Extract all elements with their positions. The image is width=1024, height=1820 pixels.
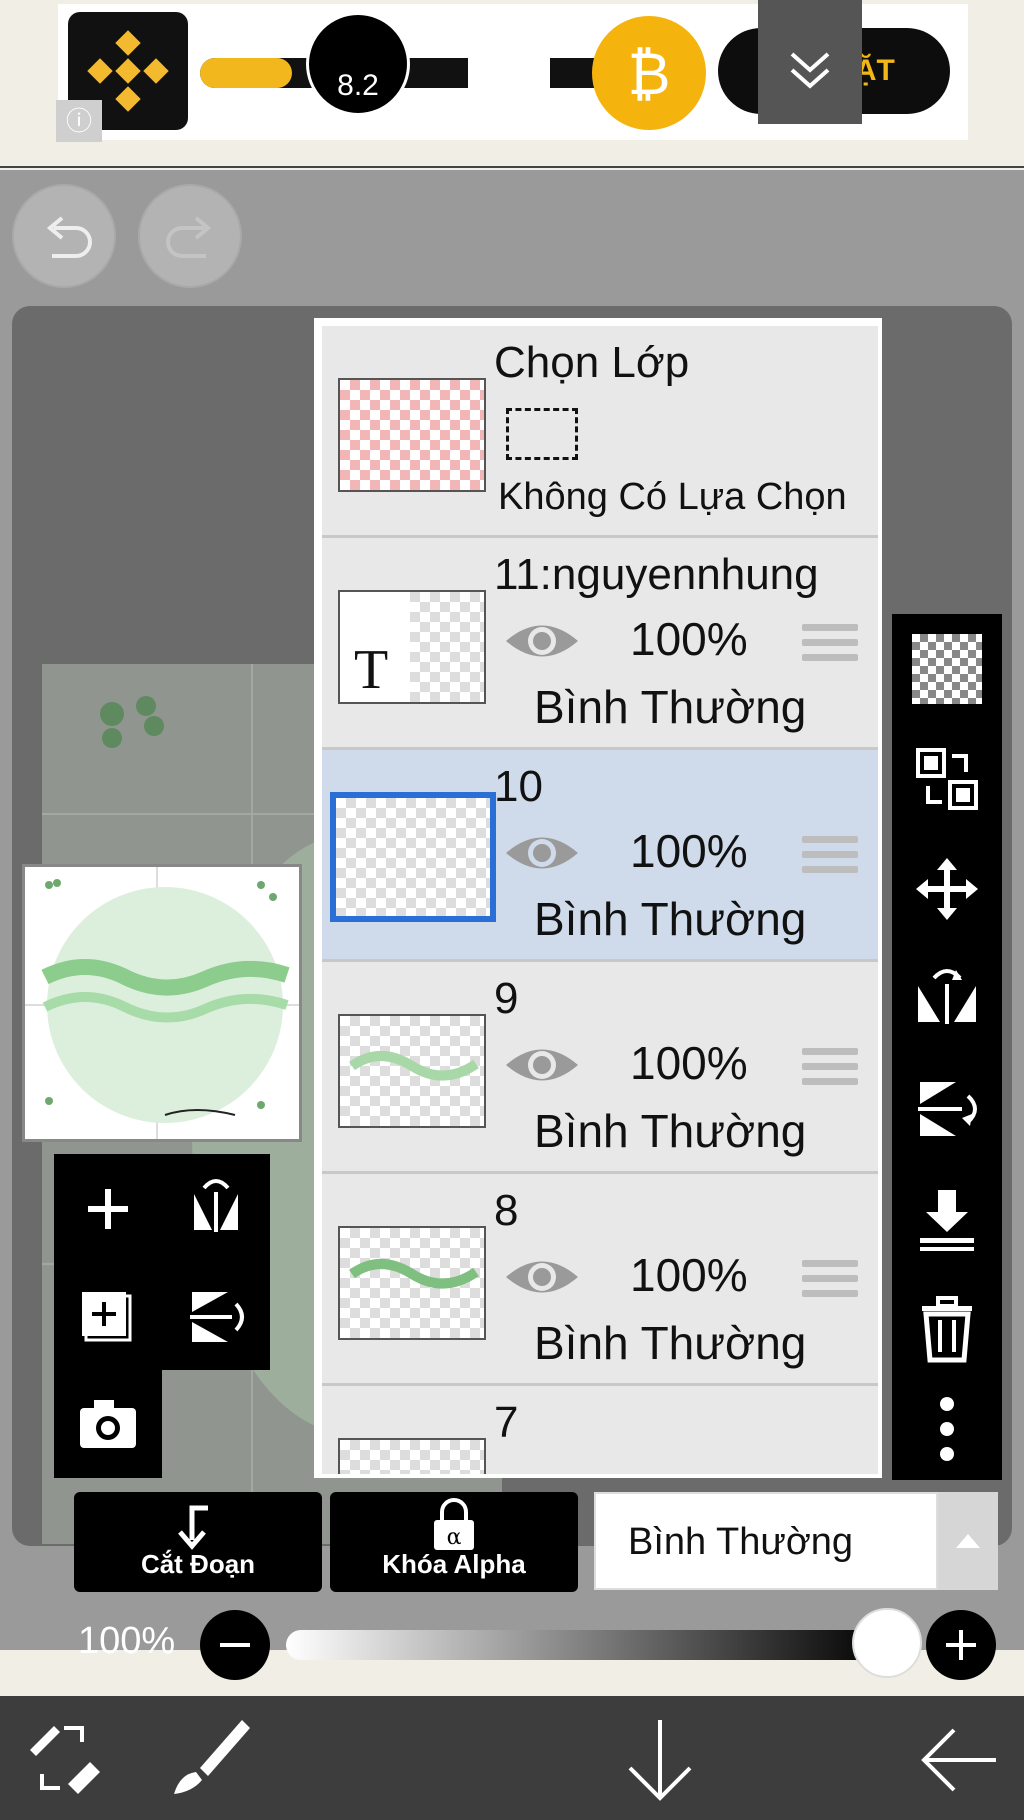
flip-layer-vertical-button[interactable]	[162, 1262, 270, 1370]
opacity-slider-track[interactable]	[286, 1630, 886, 1660]
opacity-slider-knob[interactable]	[852, 1608, 922, 1678]
undo-icon	[46, 216, 92, 258]
more-options-icon[interactable]	[912, 1394, 982, 1464]
layer-row[interactable]: 8 100% Bình Thường	[322, 1174, 878, 1386]
bitcoin-icon: ₿	[592, 16, 706, 130]
layer-opacity: 100%	[630, 1249, 748, 1301]
layer-blend-mode: Bình Thường	[534, 681, 807, 733]
flip-horizontal-icon[interactable]	[912, 964, 982, 1034]
brush-size-button[interactable]: 8.2	[306, 12, 410, 116]
layer-name: 9	[494, 974, 519, 1023]
blend-mode-select[interactable]: Bình Thường	[594, 1492, 938, 1590]
layer-row[interactable]: T 11:nguyennhung 100% Bình Thường	[322, 538, 878, 750]
opacity-decrease-button[interactable]	[200, 1610, 270, 1680]
layer-name: 7	[494, 1398, 519, 1447]
layer-row-selected[interactable]: 10 100% Bình Thường	[322, 750, 878, 962]
plus-icon	[88, 1189, 128, 1229]
alpha-lock-button[interactable]: α Khóa Alpha	[330, 1492, 578, 1592]
layer-tools-toolbar	[892, 614, 1002, 1480]
duplicate-layer-button[interactable]	[54, 1262, 162, 1370]
selection-thumbnail	[338, 378, 486, 492]
caret-up-icon	[956, 1534, 980, 1548]
ad-progress-fill	[200, 58, 292, 88]
color-swatch-button[interactable]	[468, 24, 550, 106]
brush-icon[interactable]	[160, 1710, 256, 1806]
layer-thumbnail	[338, 1014, 486, 1128]
undo-button[interactable]	[12, 184, 116, 288]
drag-handle-icon[interactable]	[802, 1048, 858, 1092]
flip-horizontal-icon	[194, 1179, 238, 1232]
alpha-lock-label: Khóa Alpha	[382, 1549, 526, 1579]
flip-vertical-icon[interactable]	[912, 1074, 982, 1144]
drag-handle-icon[interactable]	[802, 836, 858, 880]
visibility-eye-icon[interactable]	[502, 1040, 582, 1090]
canvas-preview[interactable]	[22, 864, 302, 1142]
layer-name: 10	[494, 762, 543, 811]
arrow-down-icon[interactable]	[622, 1712, 698, 1808]
layer-panel: Chọn Lớp Không Có Lựa Chọn T 11:nguyennh…	[314, 318, 882, 1478]
clipping-button[interactable]: Cắt Đoạn	[74, 1492, 322, 1592]
redo-icon	[166, 216, 212, 258]
transparent-fill-icon[interactable]	[912, 634, 982, 704]
minus-icon	[220, 1643, 250, 1647]
visibility-eye-icon[interactable]	[502, 616, 582, 666]
layer-blend-mode: Bình Thường	[534, 893, 807, 945]
double-chevron-down-icon	[790, 52, 830, 89]
camera-import-button[interactable]	[54, 1370, 162, 1478]
move-icon[interactable]	[912, 854, 982, 924]
drag-handle-icon[interactable]	[802, 1260, 858, 1304]
blend-mode-dropdown-button[interactable]	[938, 1492, 998, 1590]
back-arrow-icon[interactable]	[916, 1722, 1000, 1798]
layer-row[interactable]: 7	[322, 1386, 878, 1474]
visibility-eye-icon[interactable]	[502, 828, 582, 878]
layer-opacity: 100%	[630, 613, 748, 665]
opacity-increase-button[interactable]	[926, 1610, 996, 1680]
layer-blend-mode: Bình Thường	[534, 1317, 807, 1369]
layer-actions-toolbar	[54, 1154, 270, 1478]
tool-switch-icon[interactable]	[20, 1710, 104, 1806]
svg-text:₿: ₿	[628, 40, 671, 108]
layer-thumbnail	[330, 792, 496, 922]
clipping-label: Cắt Đoạn	[140, 1549, 256, 1579]
redo-button[interactable]	[138, 184, 242, 288]
layer-thumbnail	[338, 1438, 486, 1474]
layer-thumbnail: T	[338, 590, 486, 704]
trash-icon[interactable]	[912, 1294, 982, 1364]
flip-vertical-icon	[190, 1292, 244, 1342]
svg-text:α: α	[447, 1525, 462, 1550]
selection-marquee-icon	[506, 408, 578, 460]
layer-name: 8	[494, 1186, 519, 1235]
info-icon[interactable]: ⓘ	[56, 100, 102, 142]
brush-size-value: 8.2	[337, 69, 379, 102]
duplicate-icon	[82, 1292, 132, 1342]
layer-opacity: 100%	[630, 825, 748, 877]
drag-handle-icon[interactable]	[802, 624, 858, 668]
flip-layer-horizontal-button[interactable]	[162, 1154, 270, 1262]
camera-icon	[80, 1400, 136, 1448]
selection-layer-title: Chọn Lớp	[494, 338, 690, 387]
selection-layer-subtitle: Không Có Lựa Chọn	[498, 476, 847, 518]
text-layer-icon: T	[354, 639, 389, 701]
opacity-value: 100%	[78, 1620, 176, 1662]
layers-toggle-button[interactable]	[758, 0, 862, 124]
add-layer-button[interactable]	[54, 1154, 162, 1262]
selection-layer-row[interactable]: Chọn Lớp Không Có Lựa Chọn	[322, 326, 878, 538]
layer-name: 11:nguyennhung	[494, 550, 819, 599]
plus-icon	[946, 1630, 976, 1660]
bottom-toolbar	[0, 1696, 1024, 1820]
layer-row[interactable]: 9 100% Bình Thường	[322, 962, 878, 1174]
layer-opacity: 100%	[630, 1037, 748, 1089]
merge-down-icon[interactable]	[912, 1184, 982, 1254]
layer-blend-mode: Bình Thường	[534, 1105, 807, 1157]
layer-thumbnail	[338, 1226, 486, 1340]
swap-layer-icon[interactable]	[912, 744, 982, 814]
visibility-eye-icon[interactable]	[502, 1252, 582, 1302]
